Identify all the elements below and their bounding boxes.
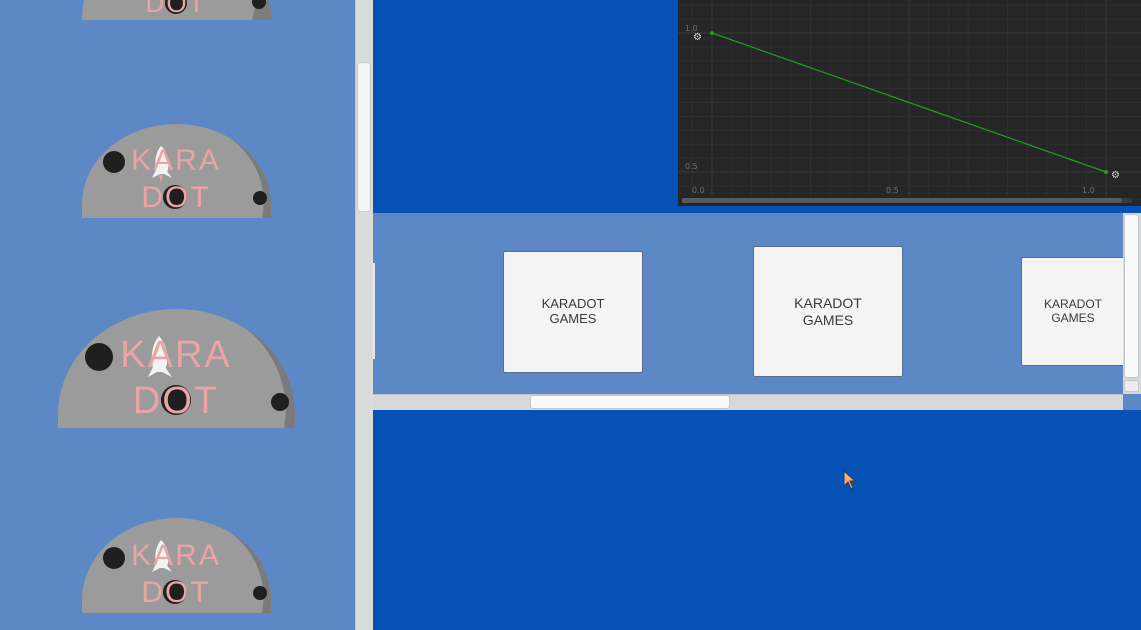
logo-line2: DOT <box>141 576 210 609</box>
x-tick-label: 0.0 <box>692 186 705 195</box>
crater-icon <box>103 547 125 569</box>
logo-line2: DOT <box>133 380 219 422</box>
curve-editor[interactable]: 1.0 0.5 0.0 0.5 1.0 ⚙ ⚙ <box>678 0 1141 206</box>
keyframe-point[interactable] <box>1104 170 1108 174</box>
card-label: KARADOT GAMES <box>541 296 605 327</box>
logo-line1: KARA <box>131 144 221 177</box>
scroll-down-button[interactable] <box>1124 380 1139 392</box>
card-label-line1: KARADOT <box>794 295 862 312</box>
card-label-line2: GAMES <box>802 311 854 328</box>
card-label-line1: KARADOT <box>541 296 605 312</box>
card-label-line2: GAMES <box>549 311 597 326</box>
curve-editor-scrollbar-thumb[interactable] <box>682 198 1122 203</box>
card-view-horizontal-scrollbar[interactable] <box>373 394 1123 410</box>
karadot-games-card[interactable]: KARADOT GAMES <box>753 246 903 377</box>
mouse-cursor-icon <box>843 470 857 490</box>
crater-icon <box>253 191 267 205</box>
left-panel-scrollbar-thumb[interactable] <box>357 62 371 212</box>
crater-icon <box>103 151 125 173</box>
card-label: KARADOT GAMES <box>1043 296 1102 326</box>
card-label: KARADOT GAMES <box>794 295 862 327</box>
logo-list-panel[interactable]: DOT KARA DOT KARA DOT KARA DOT <box>0 0 355 630</box>
logo-line1: KARA <box>120 334 231 376</box>
card-view-horizontal-scrollbar-thumb[interactable] <box>530 395 730 409</box>
karadot-logo-image: KARA DOT <box>82 124 272 218</box>
logo-thumbnail[interactable]: KARA DOT <box>82 124 272 218</box>
crater-icon <box>271 393 289 411</box>
curve-graph <box>678 0 1141 201</box>
x-tick-label: 0.5 <box>886 186 899 195</box>
karadot-logo-image: KARA DOT <box>82 518 272 613</box>
card-view-vertical-scrollbar-thumb[interactable] <box>1124 214 1139 378</box>
logo-line2: DOT <box>146 0 207 18</box>
karadot-games-card[interactable]: KARADOT GAMES <box>503 251 643 373</box>
crater-icon <box>85 343 113 371</box>
logo-thumbnail[interactable]: KARA DOT <box>58 309 296 428</box>
card-scroll-view[interactable]: KARADOT GAMES KARADOT GAMES KARADOT GAME… <box>373 213 1141 410</box>
gear-icon[interactable]: ⚙ <box>693 33 702 43</box>
logo-line2: DOT <box>141 181 210 214</box>
crater-icon <box>253 586 267 600</box>
card-label-line2: GAMES <box>1051 310 1095 325</box>
karadot-logo-image: DOT <box>82 0 272 20</box>
x-tick-label: 1.0 <box>1082 186 1095 195</box>
logo-line1: KARA <box>131 539 221 572</box>
gear-icon[interactable]: ⚙ <box>1111 171 1120 181</box>
logo-thumbnail[interactable]: KARA DOT <box>82 518 272 613</box>
karadot-logo-image: KARA DOT <box>58 309 296 428</box>
curve-editor-scrollbar[interactable] <box>682 198 1132 203</box>
logo-thumbnail[interactable]: DOT <box>82 0 272 20</box>
scroll-view-edge <box>373 263 375 359</box>
y-tick-label: 0.5 <box>685 162 698 171</box>
card-label-line1: KARADOT <box>1043 296 1102 311</box>
keyframe-point[interactable] <box>710 31 714 35</box>
